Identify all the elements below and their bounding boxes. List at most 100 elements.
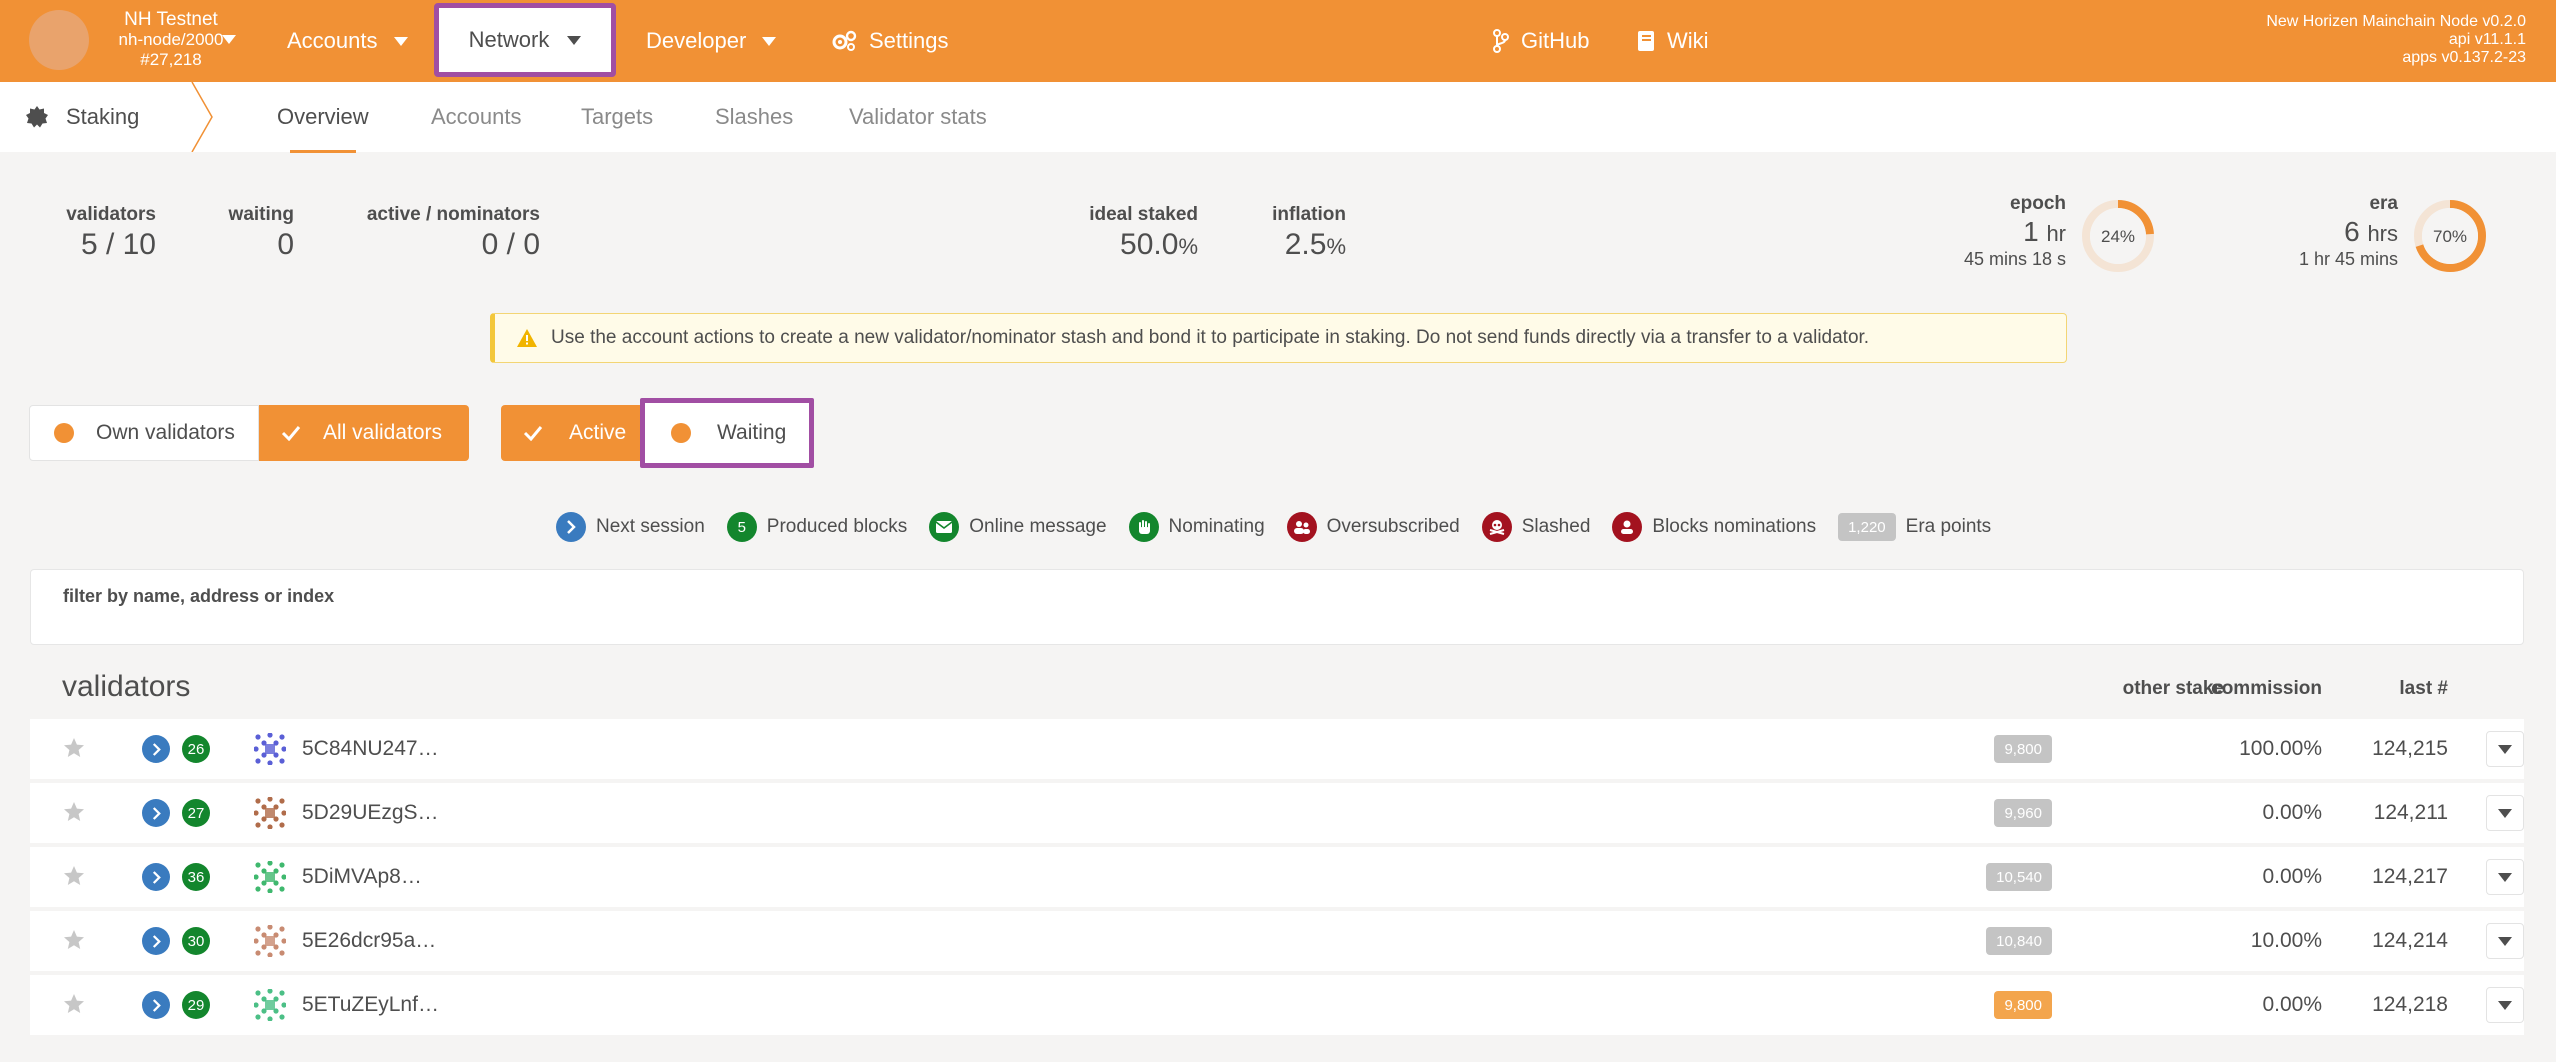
summary-value: 50.0%	[1086, 228, 1198, 262]
radio-dot-icon	[54, 423, 74, 443]
other-stake-badge: 9,960	[1994, 799, 2052, 827]
summary-label: epoch	[2010, 193, 2066, 214]
users-icon	[1286, 512, 1317, 542]
chevron-down-icon	[2498, 744, 2512, 754]
section-title: Staking	[66, 104, 140, 129]
commission-value: 0.00%	[2262, 801, 2322, 824]
inflation-unit: %	[1326, 234, 1346, 259]
envelope-icon	[929, 512, 960, 542]
expand-row-button[interactable]	[2486, 987, 2524, 1023]
identicon[interactable]	[254, 989, 286, 1021]
best-block: #27,218	[140, 50, 202, 69]
summary-label: ideal staked	[1089, 204, 1198, 225]
version-info: New Horizen Mainchain Node v0.2.0 api v1…	[2266, 13, 2526, 67]
own-validators-toggle[interactable]: Own validators	[29, 405, 259, 461]
tab-overview[interactable]: Overview	[277, 82, 369, 152]
validator-address[interactable]: 5ETuZEyLnf…	[302, 993, 439, 1017]
other-stake-badge: 9,800	[1994, 991, 2052, 1019]
filter-box: filter by name, address or index	[30, 569, 2524, 645]
nav-network[interactable]: Network	[434, 3, 616, 77]
commission-value: 100.00%	[2239, 737, 2322, 760]
legend-label: Era points	[1905, 516, 1992, 537]
produced-blocks-badge: 5	[726, 512, 757, 542]
identicon[interactable]	[254, 925, 286, 957]
validator-address[interactable]: 5E26dcr95a…	[302, 929, 436, 953]
validator-address[interactable]: 5DiMVAp8…	[302, 865, 422, 889]
api-version: api v11.1.1	[2448, 31, 2526, 48]
legend-label: Online message	[969, 516, 1107, 537]
waiting-toggle[interactable]: Waiting	[640, 398, 814, 468]
summary-value: 5 / 10	[80, 228, 156, 261]
identicon[interactable]	[254, 861, 286, 893]
produced-blocks-badge: 27	[182, 799, 210, 827]
star-icon[interactable]	[62, 992, 86, 1016]
apps-version: apps v0.137.2-23	[2402, 49, 2526, 66]
table-row: 29 5ETuZEyLnf… 9,800 0.00% 124,218	[30, 975, 2524, 1035]
nav-settings[interactable]: Settings	[831, 0, 949, 82]
star-icon[interactable]	[62, 928, 86, 952]
summary-ideal-staked: ideal staked 50.0%	[1086, 204, 1198, 262]
chain-logo[interactable]	[29, 10, 89, 70]
other-stake-badge: 9,800	[1994, 735, 2052, 763]
nav-accounts[interactable]: Accounts	[287, 0, 408, 82]
validator-address[interactable]: 5D29UEzgS…	[302, 801, 439, 825]
nav-developer[interactable]: Developer	[646, 0, 777, 82]
breadcrumb-separator	[191, 82, 213, 152]
legend-next-session: Next session	[556, 512, 705, 542]
waiting-label: Waiting	[717, 421, 787, 444]
nav-github-label: GitHub	[1521, 28, 1590, 53]
sub-nav-bar: Staking Overview Accounts Targets Slashe…	[0, 82, 2556, 152]
chevron-right-icon	[142, 735, 170, 763]
star-icon[interactable]	[62, 864, 86, 888]
expand-row-button[interactable]	[2486, 795, 2524, 831]
summary-validators: validators 5 / 10	[64, 204, 156, 262]
legend-label: Blocks nominations	[1652, 516, 1817, 537]
produced-blocks-badge: 30	[182, 927, 210, 955]
nav-github[interactable]: GitHub	[1493, 0, 1589, 82]
chevron-right-icon	[142, 927, 170, 955]
legend-era-points: 1,220 Era points	[1838, 513, 1991, 541]
tab-accounts[interactable]: Accounts	[431, 82, 522, 152]
table-row: 26 5C84NU247… 9,800 100.00% 124,215	[30, 719, 2524, 779]
expand-row-button[interactable]	[2486, 859, 2524, 895]
star-icon[interactable]	[62, 736, 86, 760]
all-validators-toggle[interactable]: All validators	[259, 405, 469, 461]
produced-blocks-badge: 26	[182, 735, 210, 763]
identicon[interactable]	[254, 797, 286, 829]
warning-icon	[517, 329, 537, 347]
summary-label: validators	[66, 204, 156, 225]
chevron-down-icon[interactable]	[222, 35, 236, 44]
chevron-down-icon	[567, 35, 582, 45]
active-toggle[interactable]: Active	[501, 405, 641, 461]
identicon[interactable]	[254, 733, 286, 765]
node-name-version: New Horizen Mainchain Node v0.2.0	[2266, 13, 2526, 30]
star-icon[interactable]	[62, 800, 86, 824]
produced-blocks-badge: 29	[182, 991, 210, 1019]
tab-targets[interactable]: Targets	[581, 82, 653, 152]
summary-value: 0 / 0	[481, 228, 540, 261]
user-slash-icon	[1612, 512, 1643, 542]
chevron-right-icon	[556, 512, 586, 542]
check-icon	[281, 426, 301, 441]
expand-row-button[interactable]	[2486, 923, 2524, 959]
staking-warning: Use the account actions to create a new …	[490, 313, 2067, 363]
last-block-value: 124,214	[2372, 929, 2448, 952]
era-number: 6	[2344, 216, 2360, 247]
tab-validator-stats[interactable]: Validator stats	[849, 82, 987, 152]
epoch-number: 1	[2023, 216, 2039, 247]
legend-online-message: Online message	[929, 512, 1107, 542]
summary-active-nominators: active / nominators 0 / 0	[366, 204, 540, 262]
filter-input[interactable]	[61, 610, 2491, 640]
legend-label: Slashed	[1521, 516, 1591, 537]
nav-network-label: Network	[468, 27, 550, 52]
expand-row-button[interactable]	[2486, 731, 2524, 767]
validator-address[interactable]: 5C84NU247…	[302, 737, 439, 761]
last-block-value: 124,211	[2373, 801, 2448, 824]
summary-value: 0	[277, 228, 294, 261]
legend-slashed: Slashed	[1481, 512, 1591, 542]
summary-label: era	[2369, 193, 2398, 214]
chevron-down-icon	[2498, 1000, 2512, 1010]
tab-slashes[interactable]: Slashes	[715, 82, 793, 152]
nav-wiki[interactable]: Wiki	[1637, 0, 1709, 82]
table-row: 30 5E26dcr95a… 10,840 10.00% 124,214	[30, 911, 2524, 971]
